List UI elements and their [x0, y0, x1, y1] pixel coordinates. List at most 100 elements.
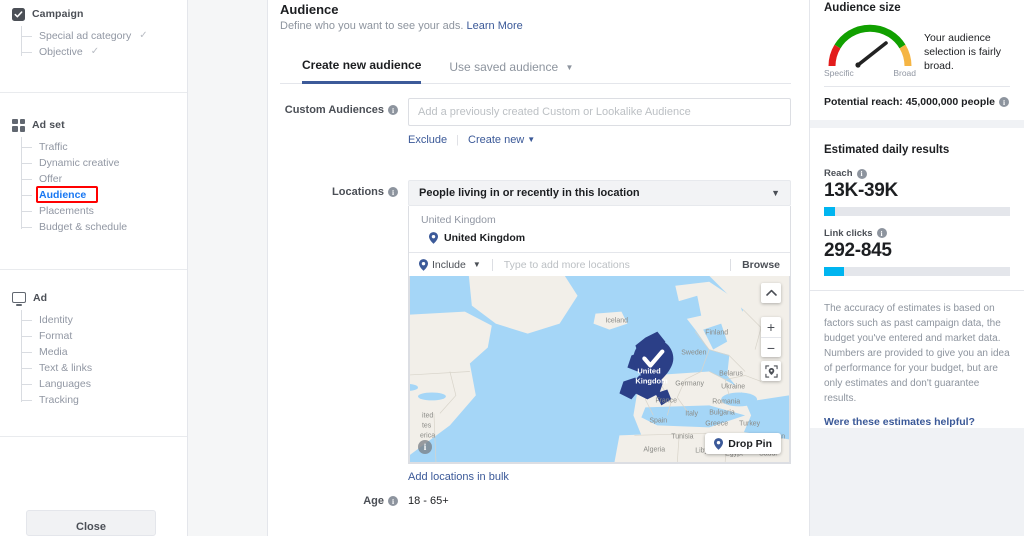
sidebar-item-placements[interactable]: Placements — [21, 203, 187, 219]
main-content: Audience Define who you want to see your… — [268, 0, 810, 536]
map-pin-icon — [429, 232, 438, 244]
svg-text:Greece: Greece — [705, 420, 728, 427]
learn-more-link[interactable]: Learn More — [467, 20, 523, 32]
sidebar-item-languages[interactable]: Languages — [21, 376, 187, 392]
sidebar-item-label: Budget & schedule — [39, 221, 128, 233]
custom-audiences-input[interactable]: Add a previously created Custom or Looka… — [408, 98, 791, 126]
sidebar-item-identity[interactable]: Identity — [21, 312, 187, 328]
page-subtitle: Define who you want to see your ads. Lea… — [280, 20, 791, 32]
sidebar-item-budget-schedule[interactable]: Budget & schedule — [21, 219, 187, 235]
tree-branch — [21, 336, 32, 337]
locations-map[interactable]: Iceland Finland Sweden Belarus Germany U… — [409, 276, 790, 463]
sidebar-item-label: Objective — [39, 46, 83, 58]
map-collapse-button[interactable] — [761, 283, 781, 303]
location-type-value: People living in or recently in this loc… — [419, 187, 640, 199]
svg-text:Belarus: Belarus — [719, 370, 743, 377]
sidebar-item-text-links[interactable]: Text & links — [21, 360, 187, 376]
info-icon[interactable]: i — [999, 97, 1009, 107]
custom-audiences-body: Add a previously created Custom or Looka… — [408, 98, 791, 146]
info-icon[interactable]: i — [856, 168, 867, 179]
map-zoom-in-button[interactable]: + — [761, 317, 781, 337]
sidebar-sublist-adset: Traffic Dynamic creative Offer Audience — [21, 137, 187, 239]
map-pin-icon — [419, 258, 428, 271]
create-new-label: Create new — [468, 134, 525, 146]
tab-use-saved-audience[interactable]: Use saved audience ▼ — [449, 60, 573, 83]
svg-text:ited: ited — [422, 412, 433, 419]
map-pin-icon — [714, 437, 724, 450]
custom-audiences-row: Custom Audiences i Add a previously crea… — [280, 98, 791, 146]
tab-label: Use saved audience — [449, 60, 559, 74]
sidebar-item-format[interactable]: Format — [21, 328, 187, 344]
age-value[interactable]: 18 - 65+ — [408, 495, 449, 507]
metric-value: 13K-39K — [824, 180, 898, 201]
content-gutter — [188, 0, 268, 536]
sidebar-item-traffic[interactable]: Traffic — [21, 139, 187, 155]
svg-text:Spain: Spain — [649, 417, 667, 424]
svg-text:Tunisia: Tunisia — [671, 433, 693, 440]
gauge-label-specific: Specific — [824, 68, 854, 78]
svg-text:Ukraine: Ukraine — [721, 383, 745, 390]
svg-text:Finland: Finland — [705, 330, 728, 337]
map-locate-button[interactable] — [761, 361, 781, 381]
map-info-icon[interactable]: i — [418, 440, 432, 454]
sidebar-item-media[interactable]: Media — [21, 344, 187, 360]
locations-row: Locations i People living in or recently… — [280, 180, 791, 483]
chevron-up-icon — [765, 289, 777, 296]
sidebar-section-ad: Ad Identity Format Media Text & links La… — [0, 270, 187, 412]
info-icon[interactable]: i — [876, 228, 887, 239]
divider — [491, 258, 493, 271]
sidebar: Campaign Special ad category ✓ Objective… — [0, 0, 188, 536]
tree-branch — [21, 352, 32, 353]
browse-button[interactable]: Browse — [742, 259, 780, 271]
metric-bar — [824, 266, 1010, 276]
drop-pin-button[interactable]: Drop Pin — [705, 433, 781, 454]
metric-link-clicks: Link clicks i 292-845 — [824, 228, 1010, 276]
drop-pin-label: Drop Pin — [728, 437, 772, 450]
sidebar-item-dynamic-creative[interactable]: Dynamic creative — [21, 155, 187, 171]
audience-size-gauge: Specific Broad — [824, 20, 916, 78]
sidebar-item-tracking[interactable]: Tracking — [21, 392, 187, 408]
svg-text:Bulgaria: Bulgaria — [709, 409, 735, 416]
sidebar-section-header-ad[interactable]: Ad — [12, 288, 187, 308]
include-selector[interactable]: Include ▼ — [419, 259, 481, 271]
sidebar-item-special-ad-category[interactable]: Special ad category ✓ — [21, 28, 187, 44]
exclude-link[interactable]: Exclude — [408, 134, 447, 146]
locations-search-input[interactable]: Type to add more locations — [504, 259, 719, 271]
location-entry[interactable]: United Kingdom — [409, 228, 790, 252]
svg-text:Algeria: Algeria — [643, 446, 665, 453]
sidebar-item-label: Tracking — [39, 394, 79, 406]
sidebar-section-label: Ad — [33, 292, 48, 304]
info-icon[interactable]: i — [388, 105, 398, 115]
tree-branch — [21, 211, 32, 212]
svg-text:Kingdom: Kingdom — [635, 376, 668, 385]
gauge-label-broad: Broad — [893, 68, 916, 78]
metric-bar — [824, 206, 1010, 216]
metric-reach: Reach i 13K-39K — [824, 168, 1010, 216]
sidebar-section-header-campaign[interactable]: Campaign — [12, 4, 187, 24]
divider — [730, 258, 732, 271]
locations-group-header: United Kingdom — [421, 214, 496, 226]
sidebar-item-label: Identity — [39, 314, 73, 326]
add-locations-in-bulk-link[interactable]: Add locations in bulk — [408, 471, 509, 483]
locations-search-bar: Include ▼ Type to add more locations Bro… — [409, 252, 790, 276]
custom-audiences-label: Custom Audiences — [284, 104, 384, 116]
info-icon[interactable]: i — [388, 496, 398, 506]
metric-bar-fill — [824, 206, 836, 216]
sidebar-item-offer[interactable]: Offer — [21, 171, 187, 187]
svg-text:Turkey: Turkey — [739, 420, 761, 427]
create-new-link[interactable]: Create new ▼ — [468, 134, 535, 146]
estimated-results-card: Estimated daily results Reach i 13K-39K … — [810, 128, 1024, 290]
close-button[interactable]: Close — [26, 510, 156, 536]
sidebar-item-audience[interactable]: Audience — [21, 186, 187, 203]
metric-value: 292-845 — [824, 239, 892, 261]
include-label: Include — [432, 258, 466, 271]
estimates-helpful-link[interactable]: Were these estimates helpful? — [810, 406, 1024, 428]
grid-icon — [12, 118, 25, 132]
sidebar-item-objective[interactable]: Objective ✓ — [21, 44, 187, 60]
map-zoom-out-button[interactable]: − — [761, 337, 781, 357]
sidebar-section-header-adset[interactable]: Ad set — [12, 115, 187, 135]
sidebar-item-label: Traffic — [39, 141, 68, 153]
location-type-select[interactable]: People living in or recently in this loc… — [408, 180, 791, 206]
info-icon[interactable]: i — [388, 187, 398, 197]
tab-create-new-audience[interactable]: Create new audience — [302, 58, 422, 84]
